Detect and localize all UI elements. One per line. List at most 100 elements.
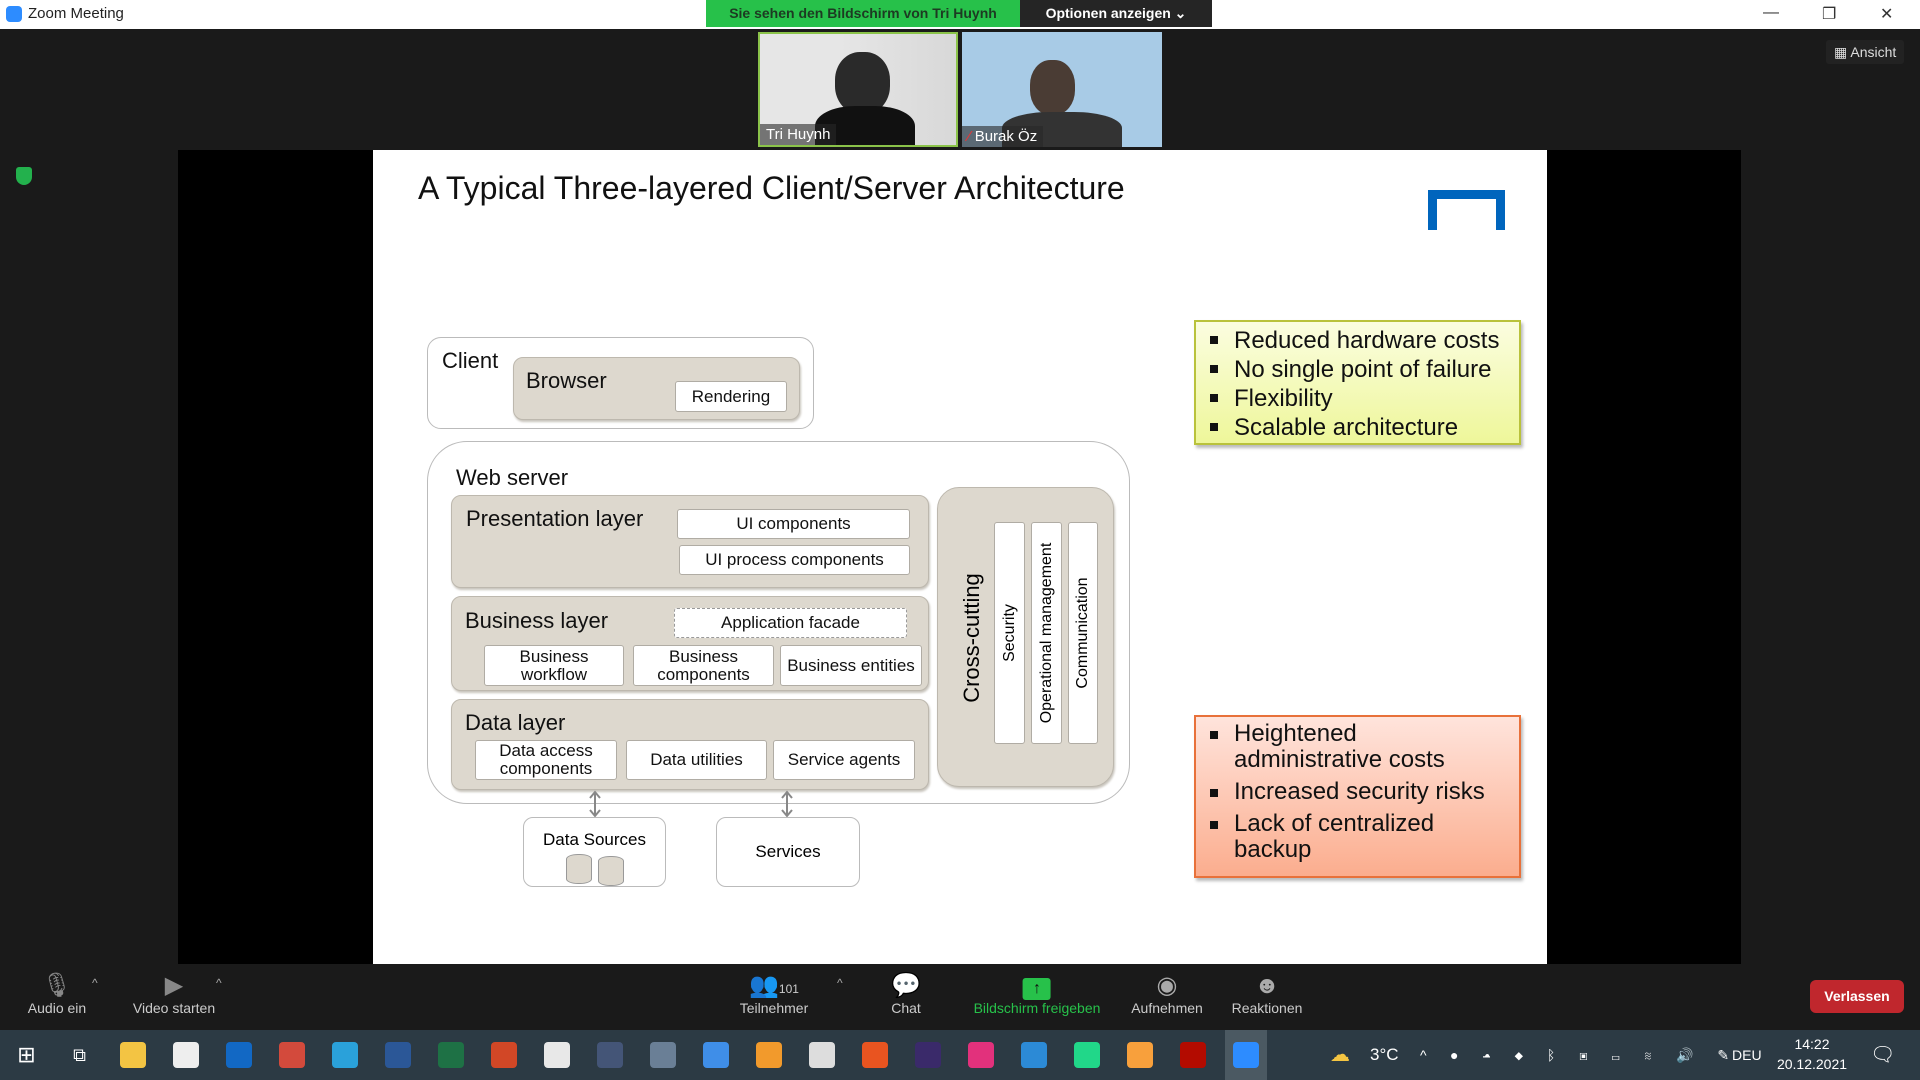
video-tile-burak-oz[interactable]: ⁄ Burak Öz	[962, 32, 1162, 147]
start-button[interactable]: ⊞	[6, 1030, 48, 1080]
muted-mic-icon: ⁄	[968, 128, 975, 145]
view-button[interactable]: ▦ Ansicht	[1826, 40, 1905, 64]
browser-label: Browser	[526, 368, 607, 393]
excel-icon	[437, 1042, 464, 1068]
chat-label: Chat	[891, 1000, 921, 1016]
slide-title: A Typical Three-layered Client/Server Ar…	[418, 170, 1125, 206]
language-indicator[interactable]: DEU	[1732, 1030, 1762, 1080]
communication-box: Communication	[1068, 522, 1098, 744]
taskbar-app-chrome[interactable]	[271, 1030, 313, 1080]
audio-options-chevron[interactable]: ^	[92, 976, 98, 990]
video-options-chevron[interactable]: ^	[216, 976, 222, 990]
system-tray-icons[interactable]: ● ☁ ◆ ᛒ ▣ ▭ ≋ 🔊 ✎	[1450, 1030, 1739, 1080]
presentation-layer: Presentation layer UI components UI proc…	[451, 495, 929, 588]
taskbar-app-store[interactable]	[165, 1030, 207, 1080]
slide: A Typical Three-layered Client/Server Ar…	[373, 150, 1547, 964]
database-icon	[566, 854, 592, 884]
task-view-button[interactable]: ⧉	[59, 1030, 101, 1080]
taskbar-app-inkscape[interactable]	[801, 1030, 843, 1080]
encryption-shield-icon[interactable]	[16, 167, 32, 185]
participant-name-label: ⁄ Burak Öz	[962, 126, 1044, 147]
taskbar-app-pycharm[interactable]	[1066, 1030, 1108, 1080]
grid-icon: ▦	[1834, 44, 1851, 60]
zoom-icon	[1232, 1042, 1259, 1068]
cross-cutting-label: Cross-cutting	[959, 573, 984, 703]
taskbar-app-powerpoint[interactable]	[483, 1030, 525, 1080]
taskbar-app-zoom[interactable]	[1224, 1030, 1267, 1080]
rendering-box: Rendering	[675, 381, 787, 412]
data-sources-box: Data Sources	[523, 817, 666, 887]
client-box: Client Browser Rendering	[427, 337, 814, 429]
weather-icon[interactable]: ☁	[1330, 1030, 1350, 1080]
pro-item: No single point of failure	[1210, 355, 1509, 384]
share-screen-button[interactable]: ↑ Bildschirm freigeben	[974, 972, 1100, 1016]
presentation-label: Presentation layer	[466, 506, 644, 531]
chat-button[interactable]: 💬 Chat	[891, 972, 921, 1016]
participants-icon-group: 👥101	[740, 972, 808, 1000]
meeting-toolbar: 🎙 Audio ein ^ ▶ Video starten ^ 👥101 Teilne…	[0, 964, 1920, 1030]
video-tile-tri-huynh[interactable]: Tri Huynh	[758, 32, 958, 147]
taskbar-app-snipping[interactable]	[536, 1030, 578, 1080]
taskbar-app-telegram[interactable]	[324, 1030, 366, 1080]
record-label: Aufnehmen	[1131, 1000, 1203, 1016]
notifications-icon[interactable]: 🗨	[1870, 1030, 1895, 1080]
taskbar-app-excel[interactable]	[430, 1030, 472, 1080]
media-player-icon	[1126, 1042, 1153, 1068]
taskbar-app-media-player[interactable]	[1119, 1030, 1161, 1080]
record-button[interactable]: ◉ Aufnehmen	[1131, 972, 1203, 1016]
restore-button[interactable]: ❐	[1822, 4, 1836, 24]
database-icon	[598, 856, 624, 886]
pycharm-icon	[1073, 1042, 1100, 1068]
reactions-button[interactable]: ☻ Reaktionen	[1232, 972, 1303, 1016]
taskbar-app-ubuntu[interactable]	[854, 1030, 896, 1080]
participant-name: Burak Öz	[974, 128, 1038, 145]
view-options-button[interactable]: Optionen anzeigen ⌄	[1020, 0, 1212, 27]
weather-temperature[interactable]: 3°C	[1370, 1030, 1399, 1080]
security-label: Security	[1000, 604, 1018, 662]
view-label: Ansicht	[1850, 44, 1897, 60]
participant-avatar	[835, 52, 890, 114]
participant-count: 101	[778, 982, 799, 996]
acrobat-icon	[1179, 1042, 1206, 1068]
application-facade-box: Application facade	[674, 608, 907, 638]
snipping-icon	[543, 1042, 570, 1068]
audio-label: Audio ein	[27, 1000, 87, 1016]
audio-button[interactable]: 🎙 Audio ein	[28, 972, 86, 1016]
close-button[interactable]: ✕	[1880, 4, 1893, 24]
ui-process-box: UI process components	[679, 545, 910, 575]
clock-time: 14:22	[1794, 1036, 1830, 1052]
taskbar-app-todo[interactable]	[695, 1030, 737, 1080]
video-button[interactable]: ▶ Video starten	[133, 972, 215, 1016]
chat-icon: 💬	[891, 972, 921, 999]
powerpoint-icon	[490, 1042, 517, 1068]
participants-options-chevron[interactable]: ^	[837, 976, 843, 990]
minimize-button[interactable]: —	[1763, 4, 1779, 22]
participant-avatar	[1030, 60, 1075, 115]
taskbar-app-sublime[interactable]	[748, 1030, 790, 1080]
windows-icon: ⊞	[17, 1042, 36, 1067]
taskbar-app-texstudio[interactable]	[907, 1030, 949, 1080]
cross-cutting-box: Cross-cutting Security Operational manag…	[937, 487, 1114, 787]
taskbar-app-calculator[interactable]	[642, 1030, 684, 1080]
taskbar-app-keepass[interactable]	[589, 1030, 631, 1080]
leave-button[interactable]: Verlassen	[1810, 980, 1904, 1013]
taskbar-app-word[interactable]	[377, 1030, 419, 1080]
tray-overflow-icon[interactable]: ^	[1420, 1030, 1427, 1080]
business-label: Business layer	[465, 608, 609, 633]
telegram-icon	[331, 1042, 358, 1068]
data-utilities-box: Data utilities	[626, 740, 767, 780]
record-icon: ◉	[1156, 972, 1178, 999]
taskbar-app-outlook[interactable]	[218, 1030, 260, 1080]
taskbar-app-vscode[interactable]	[1013, 1030, 1055, 1080]
clock[interactable]: 14:22 20.12.2021	[1772, 1034, 1852, 1074]
service-agents-box: Service agents	[773, 740, 915, 780]
reactions-label: Reaktionen	[1231, 1000, 1303, 1016]
word-icon	[384, 1042, 411, 1068]
taskbar-app-acrobat[interactable]	[1172, 1030, 1214, 1080]
tum-logo	[1428, 190, 1505, 235]
taskbar-app-intellij[interactable]	[960, 1030, 1002, 1080]
inkscape-icon	[808, 1042, 835, 1068]
taskbar-app-file-explorer[interactable]	[112, 1030, 154, 1080]
web-server-label: Web server	[456, 465, 569, 490]
participants-button[interactable]: 👥101 Teilnehmer	[740, 972, 808, 1016]
